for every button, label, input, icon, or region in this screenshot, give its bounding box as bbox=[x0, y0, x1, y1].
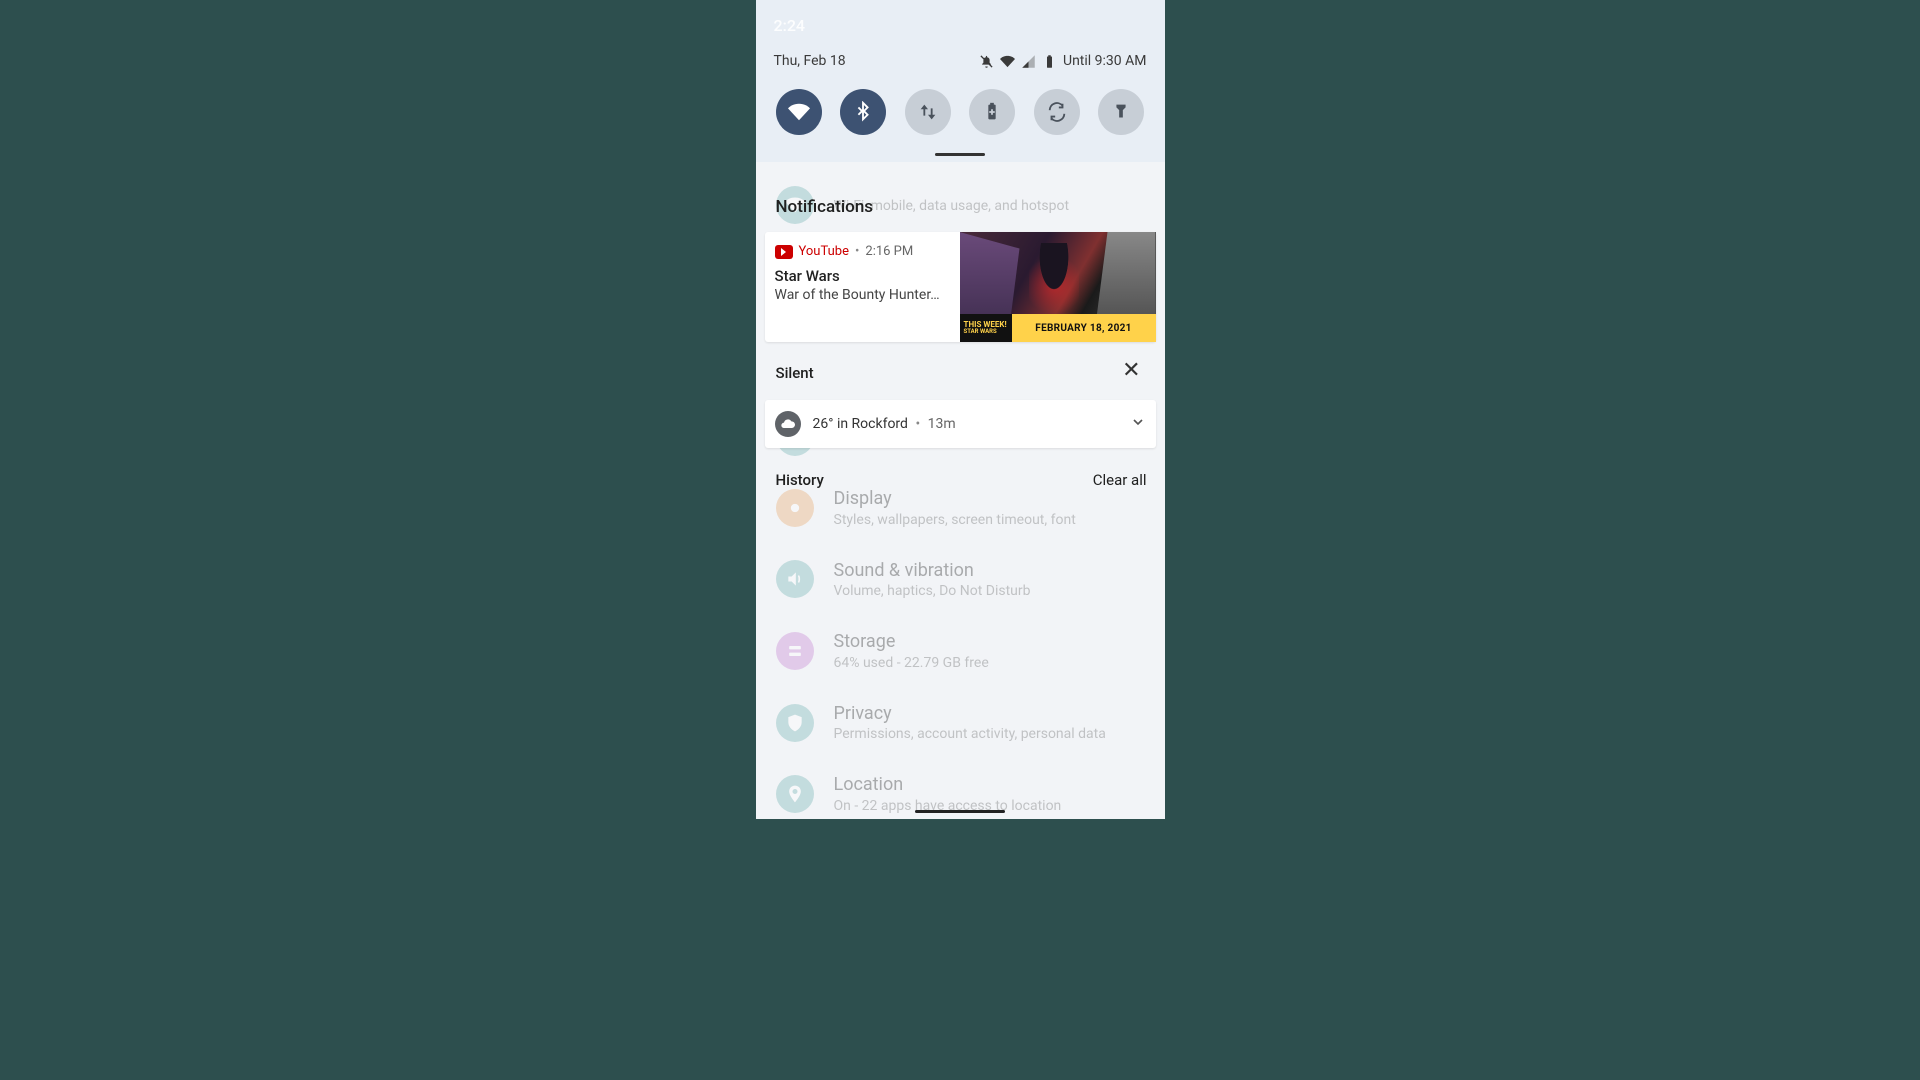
qs-tile-flashlight[interactable] bbox=[1098, 89, 1144, 135]
section-label-silent: Silent bbox=[776, 364, 814, 382]
notification-shade: 2:24 Thu, Feb 18 Until 9:30 AM bbox=[756, 0, 1165, 162]
cloud-icon bbox=[775, 411, 801, 437]
settings-sound-title: Sound & vibration bbox=[834, 560, 1031, 582]
notif-body: War of the Bounty Hunter… bbox=[775, 287, 950, 303]
chevron-down-icon[interactable] bbox=[1130, 414, 1146, 434]
qs-date: Thu, Feb 18 bbox=[774, 53, 846, 69]
qs-tile-data[interactable] bbox=[905, 89, 951, 135]
section-label-notifications: Notifications bbox=[776, 197, 874, 217]
section-label-history[interactable]: History bbox=[776, 471, 824, 489]
qs-tiles-row bbox=[756, 79, 1165, 149]
dismiss-silent-button[interactable]: ✕ bbox=[1122, 360, 1140, 382]
phone-frame: Wi-Fi, mobile, data usage, and hotspot C… bbox=[756, 0, 1165, 819]
notif-time: 2:16 PM bbox=[865, 244, 913, 259]
settings-display-title: Display bbox=[834, 488, 1076, 510]
dnd-icon bbox=[979, 54, 994, 69]
quick-settings-panel[interactable]: 2:24 Thu, Feb 18 Until 9:30 AM bbox=[756, 0, 1165, 162]
settings-item-privacy: PrivacyPermissions, account activity, pe… bbox=[756, 687, 1165, 759]
notif-title: Star Wars bbox=[775, 267, 950, 285]
gesture-nav-pill[interactable] bbox=[915, 810, 1005, 813]
settings-privacy-sub: Permissions, account activity, personal … bbox=[834, 726, 1106, 742]
signal-status-icon bbox=[1021, 54, 1036, 69]
notif-separator: • bbox=[855, 244, 859, 259]
qs-expand-handle[interactable] bbox=[935, 153, 985, 156]
thumb-badge: THIS WEEK! STAR WARS bbox=[960, 314, 1012, 342]
thumb-date: FEBRUARY 18, 2021 bbox=[1012, 314, 1156, 342]
location-icon bbox=[776, 775, 814, 813]
qs-tile-bluetooth[interactable] bbox=[840, 89, 886, 135]
display-icon bbox=[776, 489, 814, 527]
qs-until: Until 9:30 AM bbox=[1063, 53, 1147, 69]
settings-storage-title: Storage bbox=[834, 631, 989, 653]
qs-tile-wifi[interactable] bbox=[776, 89, 822, 135]
settings-item-sound: Sound & vibrationVolume, haptics, Do Not… bbox=[756, 544, 1165, 616]
notif-thumbnail: THIS WEEK! STAR WARS FEBRUARY 18, 2021 bbox=[960, 232, 1156, 342]
status-bar-clock: 2:24 bbox=[756, 0, 1165, 43]
qs-header: Thu, Feb 18 Until 9:30 AM bbox=[756, 43, 1165, 79]
notification-youtube[interactable]: YouTube • 2:16 PM Star Wars War of the B… bbox=[765, 232, 1156, 342]
storage-icon bbox=[776, 632, 814, 670]
settings-item-storage: Storage 64% used - 22.79 GB free bbox=[756, 615, 1165, 687]
privacy-icon bbox=[776, 704, 814, 742]
wifi-status-icon bbox=[1000, 54, 1015, 69]
youtube-icon bbox=[775, 245, 793, 259]
clear-all-button[interactable]: Clear all bbox=[1093, 471, 1147, 489]
weather-text: 26° in Rockford • 13m bbox=[813, 416, 1118, 432]
settings-display-sub: Styles, wallpapers, screen timeout, font bbox=[834, 512, 1076, 528]
sound-icon bbox=[776, 560, 814, 598]
qs-tile-rotate[interactable] bbox=[1034, 89, 1080, 135]
battery-status-icon bbox=[1042, 54, 1057, 69]
settings-privacy-title: Privacy bbox=[834, 703, 1106, 725]
settings-sound-sub: Volume, haptics, Do Not Disturb bbox=[834, 583, 1031, 599]
status-icons: Until 9:30 AM bbox=[979, 53, 1147, 69]
notification-weather[interactable]: 26° in Rockford • 13m bbox=[765, 400, 1156, 448]
settings-storage-sub: 64% used - 22.79 GB free bbox=[834, 655, 989, 671]
notif-app-name: YouTube bbox=[799, 244, 850, 259]
settings-location-title: Location bbox=[834, 774, 1062, 796]
qs-tile-battery-saver[interactable] bbox=[969, 89, 1015, 135]
